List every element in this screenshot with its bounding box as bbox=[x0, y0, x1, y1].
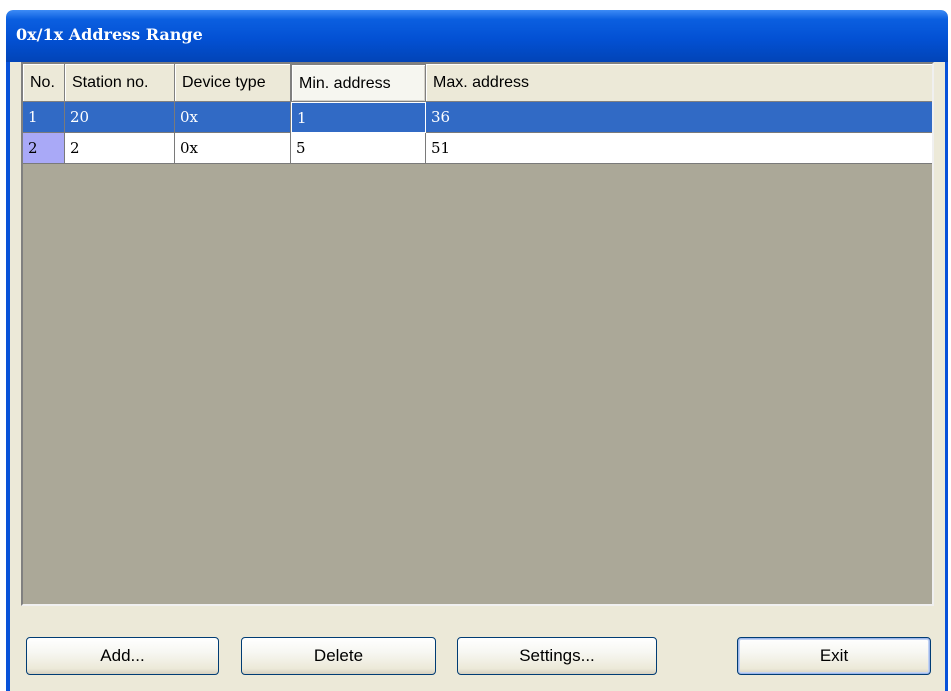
column-header-station-no[interactable]: Station no. bbox=[65, 64, 175, 102]
cell-max-address[interactable]: 36 bbox=[426, 102, 932, 133]
cell-station-no[interactable]: 2 bbox=[65, 133, 175, 164]
cell-min-address[interactable]: 5 bbox=[291, 133, 426, 164]
column-header-max-address[interactable]: Max. address bbox=[426, 64, 932, 102]
column-header-device-type[interactable]: Device type bbox=[175, 64, 291, 102]
cell-station-no[interactable]: 20 bbox=[65, 102, 175, 133]
cell-max-address[interactable]: 51 bbox=[426, 133, 932, 164]
settings-button[interactable]: Settings... bbox=[457, 637, 657, 675]
window-title: 0x/1x Address Range bbox=[16, 25, 203, 44]
delete-button[interactable]: Delete bbox=[241, 637, 436, 675]
cell-no[interactable]: 2 bbox=[23, 133, 65, 164]
cell-no[interactable]: 1 bbox=[23, 102, 65, 133]
cell-min-address[interactable]: 1 bbox=[291, 102, 426, 133]
title-bar[interactable]: 0x/1x Address Range bbox=[6, 10, 948, 62]
window-left-frame bbox=[6, 62, 10, 691]
address-range-table[interactable]: No. Station no. Device type Min. address… bbox=[21, 62, 934, 606]
column-header-no[interactable]: No. bbox=[23, 64, 65, 102]
cell-device-type[interactable]: 0x bbox=[175, 102, 291, 133]
cell-device-type[interactable]: 0x bbox=[175, 133, 291, 164]
window-right-frame bbox=[945, 62, 948, 691]
column-header-min-address[interactable]: Min. address bbox=[291, 64, 426, 102]
exit-button[interactable]: Exit bbox=[737, 637, 931, 675]
add-button[interactable]: Add... bbox=[26, 637, 219, 675]
